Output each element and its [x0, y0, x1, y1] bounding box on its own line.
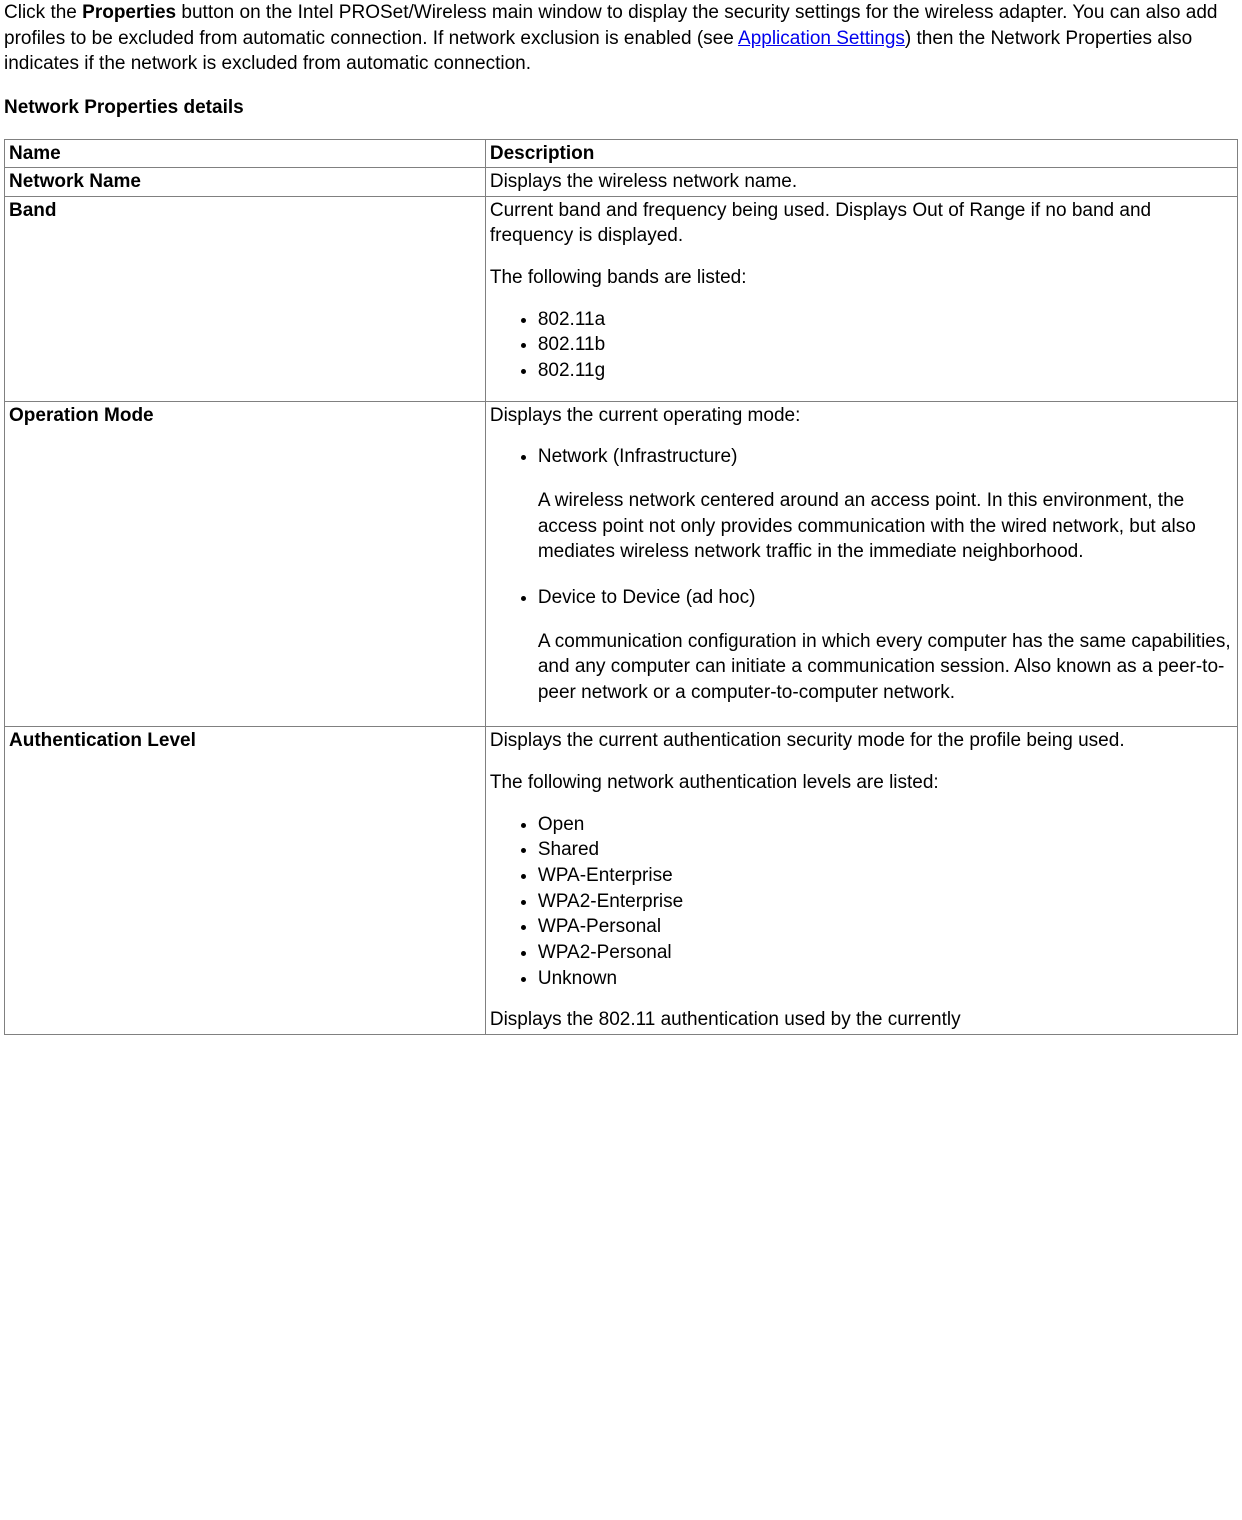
table-row: Network Name Displays the wireless netwo…	[5, 168, 1238, 197]
section-title: Network Properties details	[4, 95, 1238, 121]
list-item: WPA-Personal	[538, 914, 1233, 940]
auth-list: Open Shared WPA-Enterprise WPA2-Enterpri…	[490, 812, 1233, 991]
table-row: Operation Mode Displays the current oper…	[5, 401, 1238, 727]
column-header-description: Description	[485, 139, 1237, 168]
column-header-name: Name	[5, 139, 486, 168]
intro-bold-properties: Properties	[82, 2, 176, 23]
opmode-item2-desc: A communication configuration in which e…	[538, 629, 1233, 706]
list-item: 802.11a	[538, 307, 1233, 333]
row-label-operation-mode: Operation Mode	[5, 401, 486, 727]
row-label-network-name: Network Name	[5, 168, 486, 197]
table-row: Band Current band and frequency being us…	[5, 196, 1238, 401]
list-item: Device to Device (ad hoc) A communicatio…	[538, 585, 1233, 706]
list-item: WPA2-Personal	[538, 940, 1233, 966]
opmode-desc-p1: Displays the current operating mode:	[490, 403, 1233, 429]
opmode-item1-desc: A wireless network centered around an ac…	[538, 488, 1233, 565]
list-item: Unknown	[538, 966, 1233, 992]
row-desc-network-name: Displays the wireless network name.	[485, 168, 1237, 197]
row-desc-band: Current band and frequency being used. D…	[485, 196, 1237, 401]
row-label-band: Band	[5, 196, 486, 401]
table-row: Authentication Level Displays the curren…	[5, 727, 1238, 1034]
row-desc-authentication-level: Displays the current authentication secu…	[485, 727, 1237, 1034]
row-desc-operation-mode: Displays the current operating mode: Net…	[485, 401, 1237, 727]
band-list: 802.11a 802.11b 802.11g	[490, 307, 1233, 384]
band-desc-p2: The following bands are listed:	[490, 265, 1233, 291]
opmode-item1-title: Network (Infrastructure)	[538, 446, 738, 467]
list-item: Shared	[538, 837, 1233, 863]
auth-desc-p1: Displays the current authentication secu…	[490, 728, 1233, 754]
list-item: 802.11b	[538, 332, 1233, 358]
network-properties-table: Name Description Network Name Displays t…	[4, 139, 1238, 1035]
intro-paragraph: Click the Properties button on the Intel…	[4, 0, 1238, 77]
list-item: 802.11g	[538, 358, 1233, 384]
list-item: Network (Infrastructure) A wireless netw…	[538, 444, 1233, 565]
list-item: WPA-Enterprise	[538, 863, 1233, 889]
row-label-authentication-level: Authentication Level	[5, 727, 486, 1034]
list-item: Open	[538, 812, 1233, 838]
opmode-list: Network (Infrastructure) A wireless netw…	[490, 444, 1233, 705]
opmode-item2-title: Device to Device (ad hoc)	[538, 587, 756, 608]
list-item: WPA2-Enterprise	[538, 889, 1233, 915]
intro-text-1: Click the	[4, 2, 82, 23]
auth-desc-p3: Displays the 802.11 authentication used …	[490, 1007, 1233, 1033]
auth-desc-p2: The following network authentication lev…	[490, 770, 1233, 796]
band-desc-p1: Current band and frequency being used. D…	[490, 198, 1233, 249]
table-header-row: Name Description	[5, 139, 1238, 168]
application-settings-link[interactable]: Application Settings	[738, 28, 905, 49]
